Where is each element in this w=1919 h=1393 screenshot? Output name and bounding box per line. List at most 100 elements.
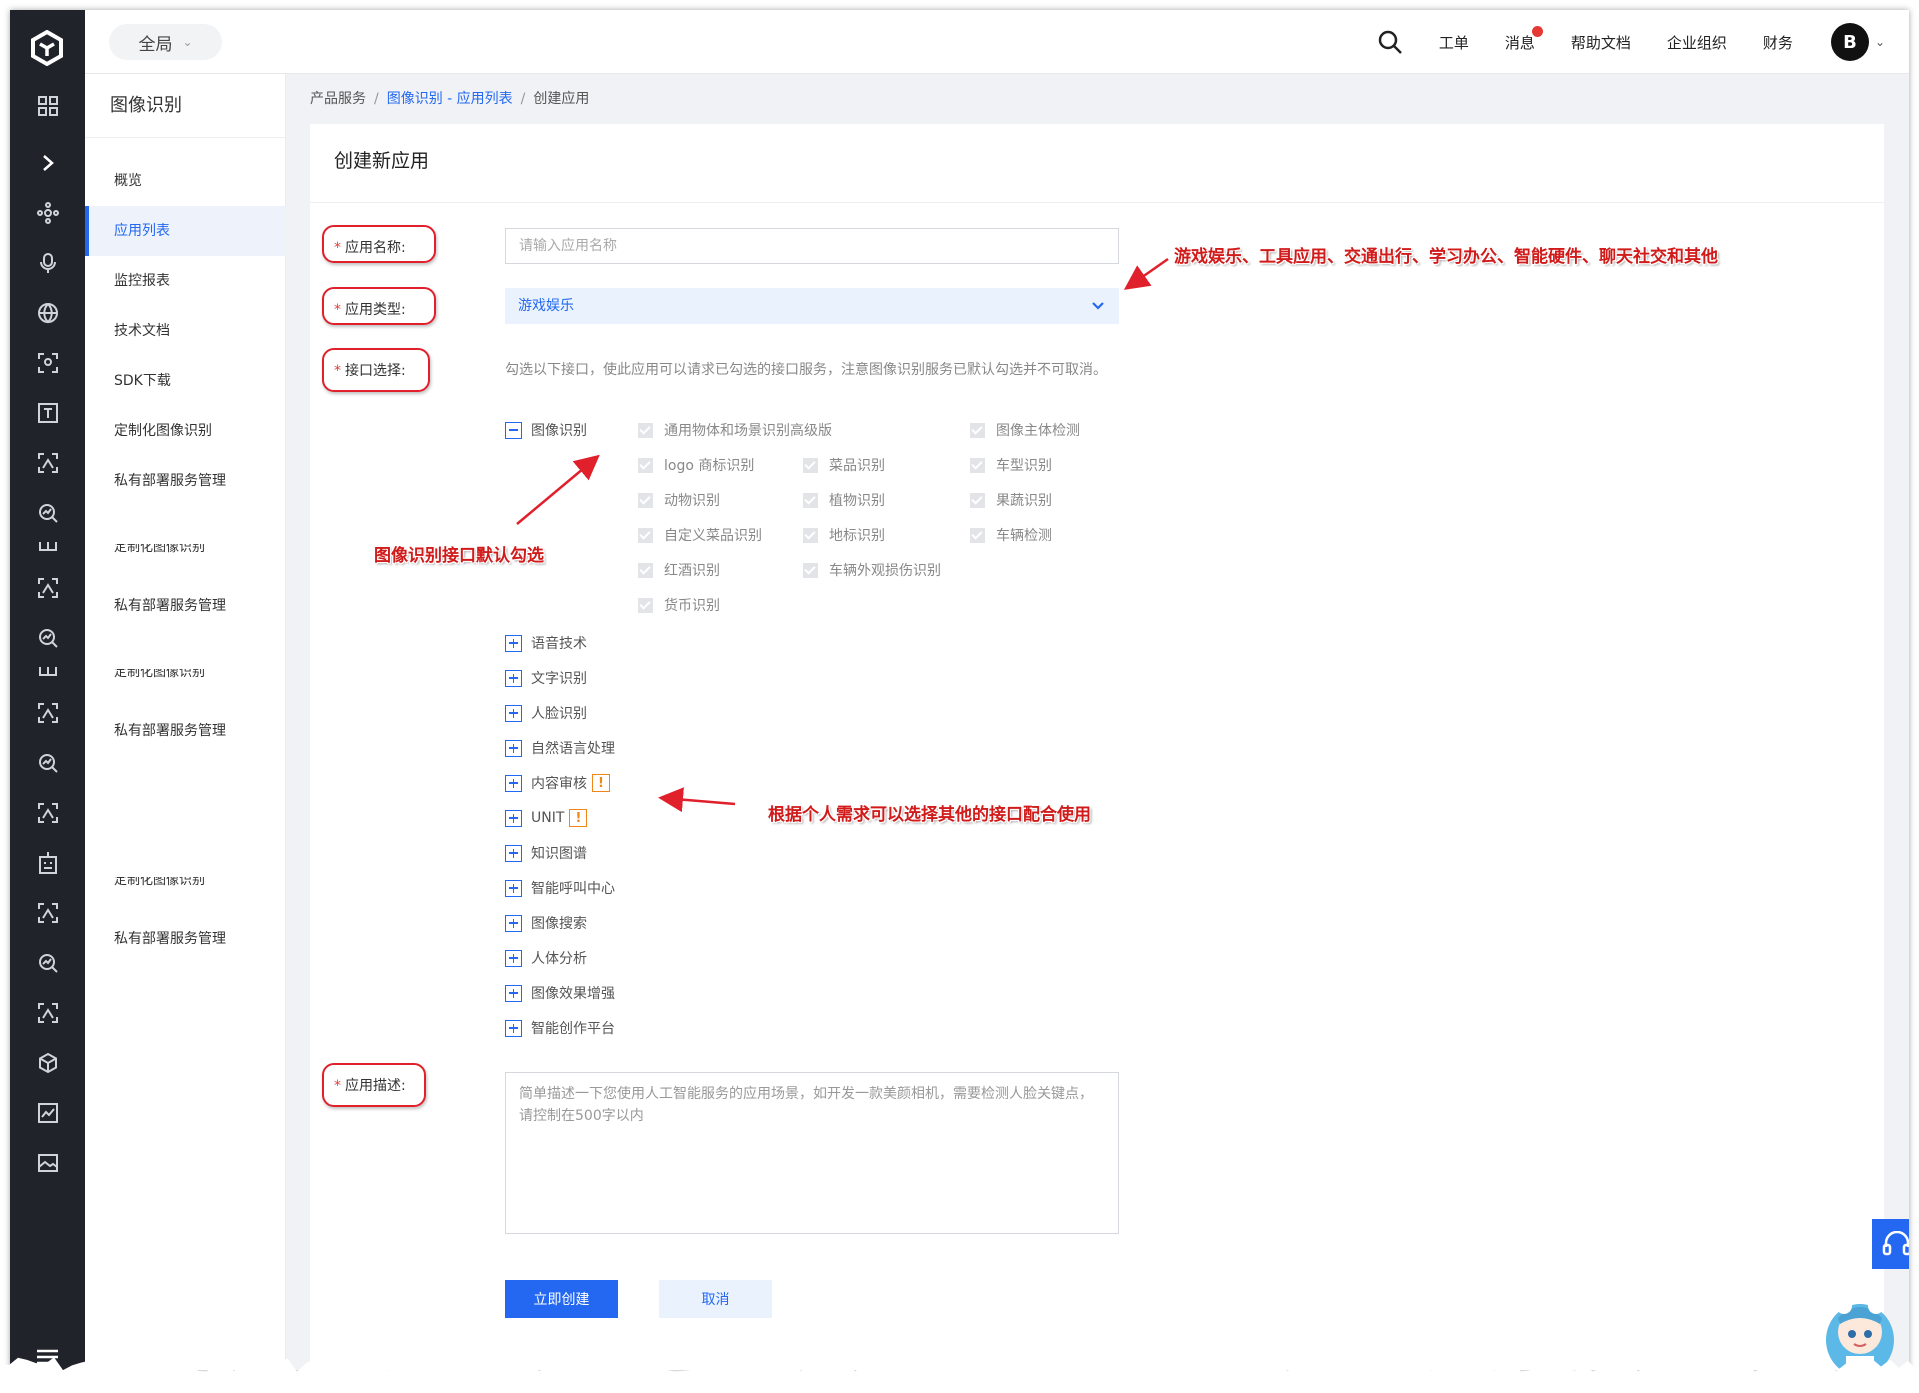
arrow-to-image-group	[516, 454, 600, 525]
api-group[interactable]: 图像效果增强	[505, 983, 615, 1003]
check-icon	[803, 562, 818, 578]
microphone-icon[interactable]	[35, 250, 60, 275]
text-icon[interactable]	[35, 400, 60, 425]
api-group[interactable]: 智能创作平台	[505, 1018, 615, 1038]
check-icon	[638, 492, 653, 508]
api-option: 红酒识别	[638, 560, 720, 580]
api-group[interactable]: 人体分析	[505, 948, 587, 968]
robot-icon[interactable]	[35, 850, 60, 875]
check-icon	[638, 527, 653, 543]
expand-icon[interactable]	[505, 879, 522, 897]
nodes-icon[interactable]	[35, 200, 60, 225]
app-type-value: 游戏娱乐	[518, 298, 574, 314]
expand-icon[interactable]	[505, 1019, 522, 1037]
grid-icon[interactable]	[35, 93, 60, 118]
sidebar-item-private[interactable]: 私有部署服务管理	[85, 456, 286, 506]
api-group[interactable]: 文字识别	[505, 668, 587, 688]
api-option: 地标识别	[803, 525, 885, 545]
api-group[interactable]: 语音技术	[505, 633, 587, 653]
body-analysis-icon[interactable]	[35, 700, 60, 725]
api-group[interactable]: 内容审核!	[505, 773, 610, 793]
api-group[interactable]: UNIT!	[505, 808, 588, 828]
expand-icon[interactable]	[505, 949, 522, 967]
sidebar-item-docs[interactable]: 技术文档	[85, 306, 286, 356]
collapse-icon[interactable]	[505, 421, 522, 439]
api-option: 果蔬识别	[970, 490, 1052, 510]
nav-messages[interactable]: 消息	[1505, 25, 1543, 53]
face-scan-icon[interactable]	[35, 350, 60, 375]
api-group[interactable]: 智能呼叫中心	[505, 878, 615, 898]
expand-icon[interactable]	[505, 669, 522, 687]
api-group[interactable]: 图像搜索	[505, 913, 587, 933]
app-type-select[interactable]: 游戏娱乐	[505, 288, 1119, 324]
breadcrumb: 产品服务 / 图像识别 - 应用列表 / 创建应用	[310, 88, 589, 108]
bracket-icon[interactable]	[35, 658, 60, 683]
product-sidebar: 图像识别 概览 应用列表 监控报表 技术文档 SDK下载 定制化图像识别 私有部…	[85, 74, 286, 1370]
chart-search-icon[interactable]	[35, 625, 60, 650]
check-icon	[970, 527, 985, 543]
nav-finance[interactable]: 财务	[1763, 32, 1793, 53]
api-option: 车型识别	[970, 455, 1052, 475]
body-analysis-icon[interactable]	[35, 900, 60, 925]
nav-organization[interactable]: 企业组织	[1667, 32, 1727, 53]
check-icon	[803, 457, 818, 473]
expand-icon[interactable]	[505, 634, 522, 652]
expand-icon[interactable]	[505, 844, 522, 862]
image-icon[interactable]	[35, 1150, 60, 1175]
scope-selector[interactable]: 全局 ⌄	[109, 24, 222, 60]
bracket-icon[interactable]	[35, 533, 60, 558]
api-group-image-recognition[interactable]: 图像识别	[505, 420, 587, 440]
customer-service-button[interactable]	[1872, 1219, 1909, 1269]
breadcrumb-current: 创建应用	[533, 91, 590, 107]
breadcrumb-link[interactable]: 图像识别 - 应用列表	[387, 91, 513, 107]
avatar[interactable]: B	[1830, 23, 1869, 61]
sidebar-item-sdk[interactable]: SDK下载	[85, 356, 286, 406]
app-desc-textarea[interactable]	[505, 1072, 1119, 1234]
body-analysis-icon[interactable]	[35, 575, 60, 600]
nav-help-docs[interactable]: 帮助文档	[1571, 32, 1631, 53]
sidebar-item-private[interactable]: 私有部署服务管理	[85, 706, 286, 756]
chevron-down-icon: ⌄	[182, 35, 193, 49]
api-option: 货币识别	[638, 595, 720, 615]
sidebar-item-private[interactable]: 私有部署服务管理	[85, 914, 286, 964]
arrow-to-type-select	[1123, 257, 1169, 290]
chart-search-icon[interactable]	[35, 950, 60, 975]
top-nav: 工单 消息 帮助文档 企业组织 财务 B ⌄	[1377, 10, 1885, 74]
expand-icon[interactable]	[505, 739, 522, 757]
sidebar-item-monitor[interactable]: 监控报表	[85, 256, 286, 306]
sidebar-item-overview[interactable]: 概览	[85, 156, 286, 206]
search-icon[interactable]	[1377, 29, 1403, 55]
check-icon	[970, 492, 985, 508]
app-window: 全局 ⌄ 工单 消息 帮助文档 企业组织 财务 B ⌄ 图像识别 概览 应用列表…	[10, 10, 1909, 1370]
sidebar-item-custom[interactable]: 定制化图像识别	[85, 406, 286, 456]
api-option: 图像主体检测	[970, 420, 1080, 440]
sidebar-item-private[interactable]: 私有部署服务管理	[85, 581, 286, 631]
create-button[interactable]: 立即创建	[505, 1280, 618, 1318]
body-analysis-icon[interactable]	[35, 800, 60, 825]
icon-rail	[10, 10, 85, 1370]
api-group[interactable]: 知识图谱	[505, 843, 587, 863]
cube-icon[interactable]	[35, 1050, 60, 1075]
api-group[interactable]: 人脸识别	[505, 703, 587, 723]
cancel-button[interactable]: 取消	[659, 1280, 772, 1318]
expand-icon[interactable]	[505, 704, 522, 722]
chart-search-icon[interactable]	[35, 750, 60, 775]
chart-search-icon[interactable]	[35, 500, 60, 525]
expand-icon[interactable]	[505, 774, 522, 792]
body-analysis-icon[interactable]	[35, 1000, 60, 1025]
api-group[interactable]: 自然语言处理	[505, 738, 615, 758]
globe-icon[interactable]	[35, 300, 60, 325]
body-analysis-icon[interactable]	[35, 450, 60, 475]
expand-icon[interactable]	[505, 914, 522, 932]
check-icon	[638, 597, 653, 613]
breadcrumb-root[interactable]: 产品服务	[310, 91, 366, 107]
image-chart-icon[interactable]	[35, 1100, 60, 1125]
cloud-logo-icon[interactable]	[29, 30, 65, 66]
expand-icon[interactable]	[505, 984, 522, 1002]
nav-ticket[interactable]: 工单	[1439, 32, 1469, 53]
chevron-down-icon[interactable]: ⌄	[1875, 35, 1885, 49]
expand-icon[interactable]	[505, 809, 522, 827]
sidebar-item-app-list[interactable]: 应用列表	[85, 206, 286, 256]
expand-chevron-icon[interactable]	[35, 150, 60, 175]
app-name-input[interactable]	[505, 228, 1119, 264]
